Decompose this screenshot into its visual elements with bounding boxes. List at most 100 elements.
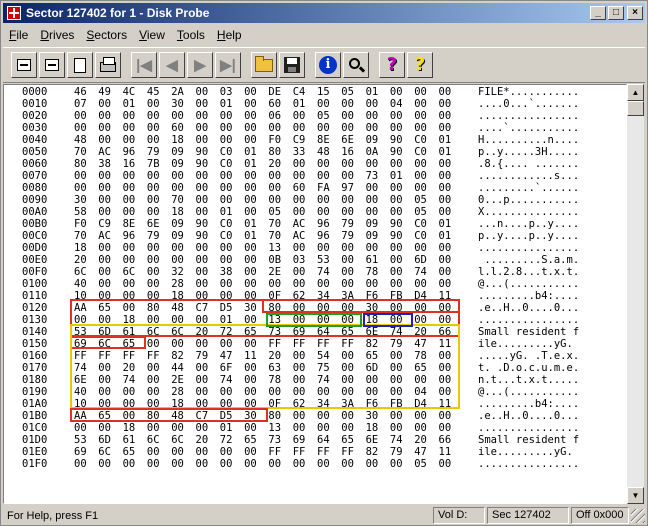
hex-byte[interactable]: 00	[293, 302, 311, 314]
hex-byte[interactable]: 00	[244, 362, 262, 374]
hex-byte[interactable]: 11	[439, 398, 457, 410]
hex-byte[interactable]: 00	[147, 206, 165, 218]
hex-byte[interactable]: 00	[98, 314, 116, 326]
hex-byte[interactable]: 00	[244, 242, 262, 254]
hex-byte[interactable]: 00	[123, 206, 141, 218]
hex-byte[interactable]: DE	[268, 86, 286, 98]
hex-byte[interactable]: 00	[390, 206, 408, 218]
maximize-button[interactable]: □	[608, 6, 624, 20]
hex-byte[interactable]: 00	[293, 374, 311, 386]
hex-byte[interactable]: 00	[244, 86, 262, 98]
hex-byte[interactable]: 00	[171, 338, 189, 350]
hex-byte[interactable]: C0	[220, 230, 238, 242]
hex-byte[interactable]: 00	[317, 206, 335, 218]
hex-byte[interactable]: 09	[366, 218, 384, 230]
hex-byte[interactable]: FF	[147, 350, 165, 362]
hex-byte[interactable]: 05	[317, 110, 335, 122]
hex-byte[interactable]: 00	[414, 158, 432, 170]
hex-byte[interactable]: 48	[171, 410, 189, 422]
hex-byte[interactable]: 00	[317, 170, 335, 182]
hex-byte[interactable]: 96	[317, 218, 335, 230]
hex-byte[interactable]: 40	[74, 386, 92, 398]
hex-byte[interactable]: 70	[268, 230, 286, 242]
hex-byte[interactable]: 74	[74, 362, 92, 374]
hex-byte[interactable]: 40	[74, 278, 92, 290]
hex-byte[interactable]: 54	[317, 350, 335, 362]
hex-byte[interactable]: 00	[341, 410, 359, 422]
hex-byte[interactable]: 65	[244, 434, 262, 446]
hex-byte[interactable]: 00	[147, 254, 165, 266]
hex-byte[interactable]: 61	[123, 326, 141, 338]
hex-byte[interactable]: 20	[123, 362, 141, 374]
hex-byte[interactable]: 00	[244, 386, 262, 398]
hex-byte[interactable]: 00	[147, 374, 165, 386]
hex-byte[interactable]: 96	[123, 230, 141, 242]
hex-byte[interactable]: 00	[341, 110, 359, 122]
hex-byte[interactable]: 13	[268, 314, 286, 326]
hex-byte[interactable]: 65	[341, 434, 359, 446]
hex-byte[interactable]: 00	[317, 302, 335, 314]
hex-byte[interactable]: 90	[390, 218, 408, 230]
hex-byte[interactable]: 73	[366, 170, 384, 182]
hex-byte[interactable]: 00	[147, 314, 165, 326]
hex-byte[interactable]: 74	[123, 374, 141, 386]
hex-byte[interactable]: 6D	[414, 254, 432, 266]
hex-byte[interactable]: 00	[439, 206, 457, 218]
title-bar[interactable]: Sector 127402 for 1 - Disk Probe _ □ ×	[3, 3, 645, 23]
hex-byte[interactable]: 60	[268, 98, 286, 110]
hex-byte[interactable]: 00	[98, 362, 116, 374]
hex-byte[interactable]: 00	[244, 266, 262, 278]
hex-byte[interactable]: AC	[98, 230, 116, 242]
hex-byte[interactable]: 20	[196, 326, 214, 338]
hex-byte[interactable]: 00	[171, 458, 189, 470]
hex-byte[interactable]: 00	[366, 374, 384, 386]
hex-byte[interactable]: FF	[341, 446, 359, 458]
hex-byte[interactable]: 00	[123, 110, 141, 122]
hex-byte[interactable]: 00	[244, 170, 262, 182]
hex-byte[interactable]: 00	[147, 182, 165, 194]
hex-byte[interactable]: C9	[293, 134, 311, 146]
hex-byte[interactable]: 74	[390, 326, 408, 338]
hex-byte[interactable]: 00	[196, 254, 214, 266]
hex-byte[interactable]: 00	[390, 266, 408, 278]
hex-byte[interactable]: 00	[244, 278, 262, 290]
hex-byte[interactable]: 6C	[98, 338, 116, 350]
hex-byte[interactable]: 00	[220, 338, 238, 350]
hex-byte[interactable]: 00	[341, 242, 359, 254]
hex-byte[interactable]: 00	[390, 158, 408, 170]
hex-byte[interactable]: 70	[74, 230, 92, 242]
hex-byte[interactable]: 00	[390, 362, 408, 374]
hex-byte[interactable]: 00	[196, 134, 214, 146]
hex-byte[interactable]: 01	[439, 146, 457, 158]
help-button[interactable]: ?	[379, 52, 405, 78]
ascii-text[interactable]: .........S.a.m.	[478, 254, 579, 266]
hex-byte[interactable]: 00	[414, 170, 432, 182]
print-button[interactable]	[95, 52, 121, 78]
hex-byte[interactable]: 00	[439, 302, 457, 314]
hex-byte[interactable]: 80	[147, 302, 165, 314]
hex-byte[interactable]: 00	[244, 290, 262, 302]
hex-byte[interactable]: 00	[366, 158, 384, 170]
hex-byte[interactable]: 09	[366, 134, 384, 146]
hex-byte[interactable]: 00	[293, 206, 311, 218]
hex-byte[interactable]: 28	[171, 278, 189, 290]
hex-byte[interactable]: 00	[196, 422, 214, 434]
hex-byte[interactable]: F6	[366, 398, 384, 410]
hex-byte[interactable]: 73	[268, 434, 286, 446]
hex-byte[interactable]: 01	[220, 206, 238, 218]
hex-byte[interactable]: 00	[147, 242, 165, 254]
hex-byte[interactable]: 03	[293, 254, 311, 266]
scroll-down-icon[interactable]: ▼	[627, 487, 644, 504]
hex-byte[interactable]: 53	[74, 326, 92, 338]
hex-byte[interactable]: 72	[220, 434, 238, 446]
hex-byte[interactable]: 00	[220, 278, 238, 290]
hex-byte[interactable]: 44	[171, 362, 189, 374]
hex-byte[interactable]: 82	[366, 338, 384, 350]
hex-byte[interactable]: 00	[439, 362, 457, 374]
hex-byte[interactable]: 00	[147, 170, 165, 182]
hex-byte[interactable]: 66	[439, 434, 457, 446]
hex-byte[interactable]: 00	[220, 134, 238, 146]
hex-byte[interactable]: 80	[74, 158, 92, 170]
info-button[interactable]: i	[315, 52, 341, 78]
hex-byte[interactable]: 00	[390, 314, 408, 326]
